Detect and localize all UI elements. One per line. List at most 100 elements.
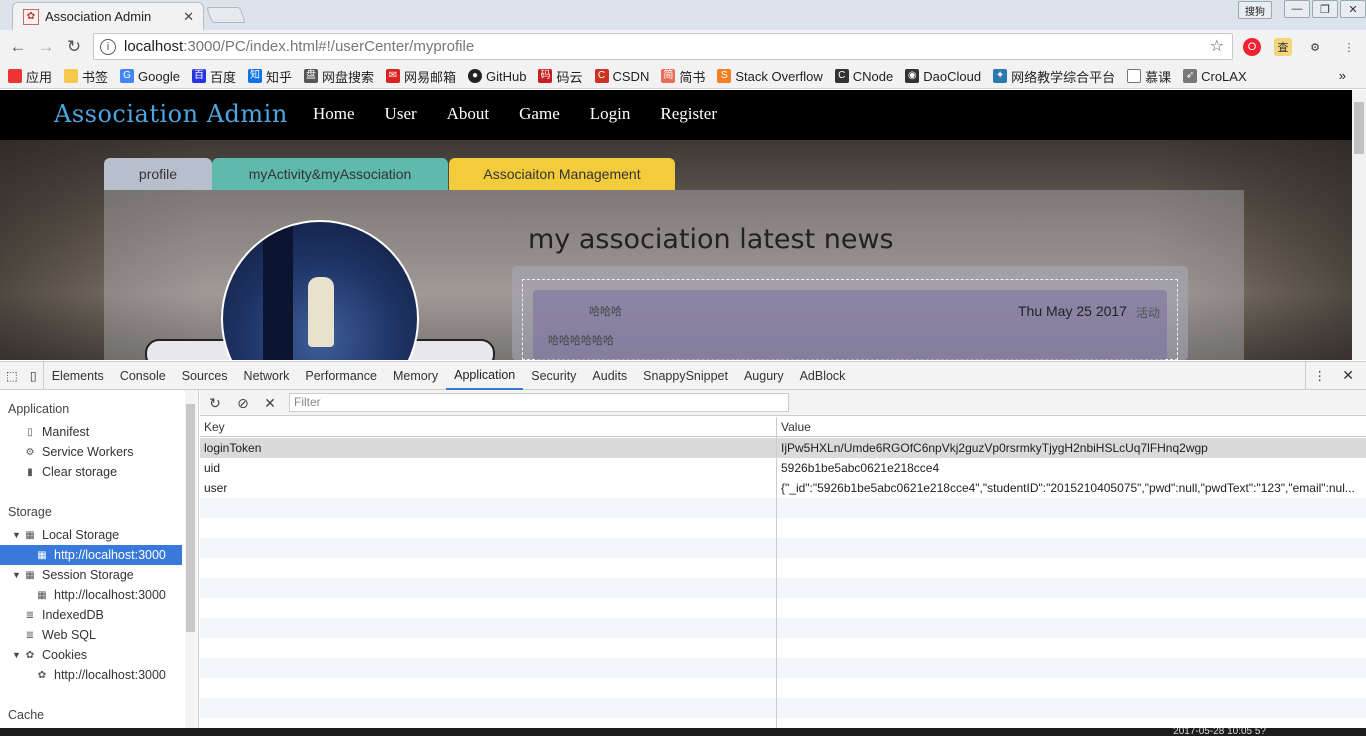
tab-adblock[interactable]: AdBlock (792, 362, 854, 390)
tab-memory[interactable]: Memory (385, 362, 446, 390)
news-card[interactable] (533, 290, 1167, 360)
bookmark-apps[interactable]: 应用 (8, 67, 52, 86)
tab-elements[interactable]: Elements (44, 362, 112, 390)
sidebar-item-session-storage[interactable]: ▼ ▦ Session Storage (0, 565, 182, 585)
page-scrollbar-thumb[interactable] (1354, 102, 1364, 154)
back-icon[interactable]: ← (7, 36, 29, 58)
bookmark-pansearch[interactable]: 盘网盘搜索 (303, 67, 374, 86)
minimize-button[interactable]: — (1284, 0, 1310, 18)
inspect-element-icon[interactable]: ⬚ (0, 362, 24, 390)
nav-home[interactable]: Home (313, 104, 355, 124)
tab-audits[interactable]: Audits (584, 362, 635, 390)
column-divider[interactable] (776, 417, 777, 728)
sidebar-item-session-storage-origin[interactable]: ▦ http://localhost:3000 (0, 585, 182, 605)
restore-button[interactable]: ❐ (1312, 0, 1338, 18)
translate-extension-icon[interactable]: 査 (1274, 38, 1292, 56)
bookmarks-bar: 应用 书签 G Google 百百度 知知乎 盘网盘搜索 ✉ 网易邮箱 ● GitHu… (0, 64, 1366, 89)
proxy-extension-icon[interactable]: ⚙ (1306, 38, 1324, 56)
application-sidebar: Application ▯ Manifest ⚙ Service Workers ▮… (0, 390, 199, 728)
sidebar-item-indexeddb[interactable]: ≣ IndexedDB (0, 605, 182, 625)
tab-association-management[interactable]: Associaiton Management (449, 158, 675, 190)
expand-triangle-icon[interactable]: ▼ (12, 570, 22, 580)
nav-user[interactable]: User (385, 104, 417, 124)
clear-all-icon[interactable]: ⊘ (234, 394, 252, 412)
bookmark-folder[interactable]: 书签 (64, 67, 108, 86)
delete-selected-icon[interactable]: ✕ (261, 394, 279, 412)
row-key: user (204, 481, 228, 495)
close-window-button[interactable]: ✕ (1340, 0, 1366, 18)
filter-input[interactable]: Filter (289, 393, 789, 412)
sidebar-scrollbar-thumb[interactable] (186, 404, 195, 632)
expand-triangle-icon[interactable]: ▼ (12, 530, 22, 540)
address-bar[interactable]: i localhost:3000/PC/index.html#!/userCen… (93, 33, 1233, 60)
sidebar-item-local-storage-origin[interactable]: ▦ http://localhost:3000 (0, 545, 182, 565)
sogou-button[interactable]: 搜狗 (1238, 1, 1272, 19)
menu-icon[interactable]: ⋮ (1340, 38, 1358, 56)
table-row[interactable]: loginToken IjPw5HXLn/Umde6RGOfC6npVkj2gu… (200, 438, 1366, 458)
table-row[interactable]: uid 5926b1be5abc0621e218cce4 (200, 458, 1366, 478)
bookmark-csdn[interactable]: C CSDN (594, 69, 649, 84)
refresh-icon[interactable]: ↻ (206, 394, 224, 412)
bookmark-gitee[interactable]: 码码云 (538, 67, 583, 86)
bookmark-daocloud[interactable]: ◉ DaoCloud (905, 69, 981, 84)
site-brand[interactable]: Association Admin (54, 100, 288, 128)
row-key: uid (204, 461, 221, 475)
nav-register[interactable]: Register (660, 104, 717, 124)
new-tab-button[interactable] (206, 7, 246, 23)
column-header-value[interactable]: Value (781, 420, 811, 434)
tab-sources[interactable]: Sources (174, 362, 236, 390)
opera-extension-icon[interactable]: O (1243, 38, 1261, 56)
bookmark-mooc[interactable]: 慕课 (1127, 67, 1171, 86)
avatar-tree (263, 222, 293, 360)
bookmark-google[interactable]: G Google (120, 69, 180, 84)
forward-icon[interactable]: → (35, 36, 57, 58)
close-tab-icon[interactable]: ✕ (183, 9, 194, 25)
expand-triangle-icon[interactable]: ▼ (12, 650, 22, 660)
tab-profile[interactable]: profile (104, 158, 212, 190)
bookmark-stackoverflow[interactable]: S Stack Overflow (717, 69, 823, 84)
bookmark-jianshu[interactable]: 简简书 (661, 67, 705, 86)
devtools-close-icon[interactable]: ✕ (1334, 362, 1362, 390)
bookmark-star-icon[interactable]: ☆ (1210, 36, 1224, 56)
tab-network[interactable]: Network (236, 362, 298, 390)
sidebar-item-clear-storage[interactable]: ▮ Clear storage (0, 462, 182, 482)
nav-login[interactable]: Login (590, 104, 631, 124)
tab-augury[interactable]: Augury (736, 362, 792, 390)
document-icon: ▯ (27, 426, 33, 438)
sidebar-item-manifest[interactable]: ▯ Manifest (0, 422, 182, 442)
sidebar-item-local-storage[interactable]: ▼ ▦ Local Storage (0, 525, 182, 545)
nav-game[interactable]: Game (519, 104, 560, 124)
sidebar-item-cookies-origin[interactable]: ✿ http://localhost:3000 (0, 665, 182, 685)
bookmark-crolax[interactable]: ➶ CroLAX (1183, 69, 1247, 84)
news-title: my association latest news (528, 224, 894, 255)
bookmark-cnode[interactable]: C CNode (834, 69, 893, 84)
page-scrollbar[interactable] (1352, 90, 1366, 360)
bookmark-zhihu[interactable]: 知知乎 (247, 67, 292, 86)
tab-snappysnippet[interactable]: SnappySnippet (635, 362, 736, 390)
tab-myactivity[interactable]: myActivity&myAssociation (212, 158, 448, 190)
bookmark-github[interactable]: ● GitHub (468, 69, 526, 84)
device-toolbar-icon[interactable]: ▯ (24, 361, 44, 390)
sidebar-item-websql[interactable]: ≣ Web SQL (0, 625, 182, 645)
column-header-key[interactable]: Key (204, 420, 225, 434)
tab-console[interactable]: Console (112, 362, 174, 390)
sidebar-item-service-workers[interactable]: ⚙ Service Workers (0, 442, 182, 462)
bookmark-163mail[interactable]: ✉ 网易邮箱 (386, 67, 456, 86)
site-favicon-icon: ✿ (23, 8, 39, 25)
tab-security[interactable]: Security (523, 362, 584, 390)
bookmark-teaching-platform[interactable]: ✦ 网络教学综合平台 (993, 67, 1115, 86)
bookmark-baidu[interactable]: 百百度 (191, 67, 236, 86)
sidebar-item-cookies[interactable]: ▼ ✿ Cookies (0, 645, 182, 665)
bookmarks-overflow-button[interactable]: » (1339, 68, 1346, 83)
tab-performance[interactable]: Performance (297, 362, 385, 390)
devtools-menu-icon[interactable]: ⋮ (1304, 361, 1335, 390)
nav-about[interactable]: About (447, 104, 490, 124)
table-row[interactable]: user {"_id":"5926b1be5abc0621e218cce4","… (200, 478, 1366, 498)
grid-icon: ▦ (25, 529, 35, 541)
reload-icon[interactable]: ↻ (63, 36, 85, 58)
info-icon[interactable]: i (100, 38, 116, 55)
tab-application[interactable]: Application (446, 362, 524, 390)
grid-icon: ▦ (37, 589, 47, 601)
sidebar-scrollbar[interactable] (185, 390, 197, 728)
browser-tab[interactable]: ✿ Association Admin ✕ (12, 2, 204, 30)
